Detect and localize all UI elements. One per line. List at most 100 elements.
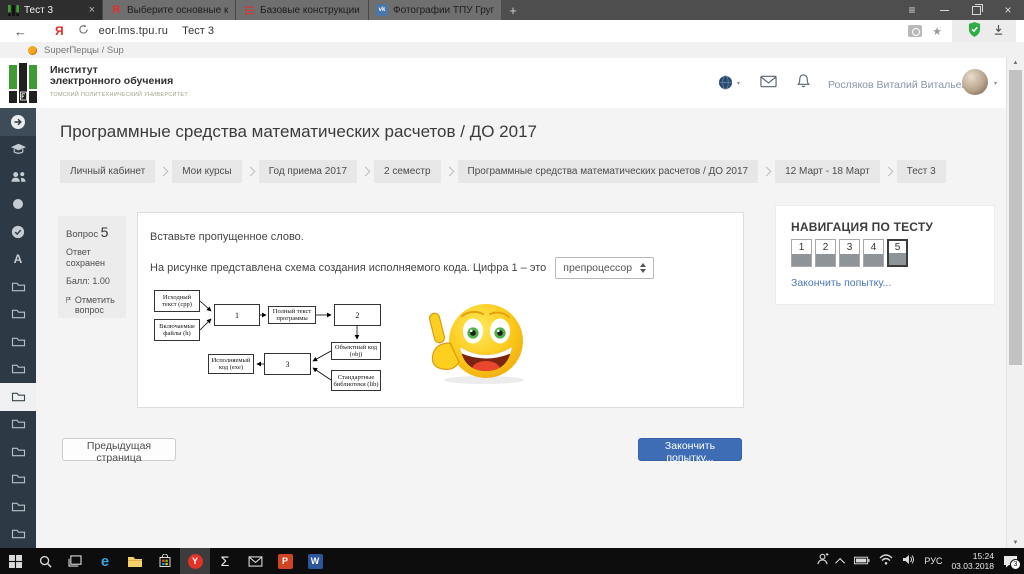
messages-icon[interactable] <box>760 75 777 93</box>
quiznav-button-5-current[interactable]: 5 <box>887 239 908 267</box>
powerpoint-icon[interactable]: P <box>270 548 300 574</box>
scroll-down-icon[interactable]: ▼ <box>1007 540 1024 546</box>
user-name[interactable]: Росляков Виталий Витальевич <box>828 79 978 91</box>
mail-app-icon[interactable] <box>240 548 270 574</box>
quiznav-button-4[interactable]: 4 <box>863 239 884 267</box>
quiznav-button-2[interactable]: 2 <box>815 239 836 267</box>
breadcrumb-dashboard[interactable]: Личный кабинет <box>60 160 156 183</box>
user-menu-caret-icon[interactable]: ▾ <box>994 80 997 87</box>
flag-question-link[interactable]: Отметить вопрос <box>75 295 118 315</box>
question-text: На рисунке представлена схема создания и… <box>150 262 547 274</box>
sidebar-item-folder[interactable] <box>0 466 36 494</box>
sidebar-item-folder[interactable] <box>0 521 36 549</box>
breadcrumb-separator-icon <box>444 166 454 177</box>
finish-attempt-link[interactable]: Закончить попытку... <box>791 277 891 289</box>
volume-icon[interactable] <box>902 552 915 570</box>
sidebar-item-folder[interactable] <box>0 356 36 384</box>
grades-letter-icon: A <box>13 252 23 267</box>
finish-attempt-button[interactable]: Закончить попытку... <box>638 438 742 464</box>
breadcrumb-course[interactable]: Программные средства математических расч… <box>457 160 759 183</box>
minimize-icon <box>939 9 949 11</box>
people-icon[interactable] <box>816 552 829 570</box>
bookmark-star-icon[interactable]: ★ <box>932 25 942 38</box>
start-button[interactable] <box>0 548 30 574</box>
new-tab-button[interactable]: + <box>501 0 525 20</box>
sidebar-item-grades[interactable]: A <box>0 246 36 274</box>
file-explorer-icon[interactable] <box>120 548 150 574</box>
tpu-logo[interactable] <box>9 63 39 108</box>
answer-select[interactable]: препроцессор <box>555 257 655 279</box>
browser-menu-icon[interactable]: ≡ <box>896 0 928 20</box>
sidebar-item-competencies[interactable] <box>0 218 36 246</box>
quiznav-button-1[interactable]: 1 <box>791 239 812 267</box>
sidebar-item-folder-current[interactable] <box>0 383 36 411</box>
sidebar-item-course[interactable] <box>0 136 36 164</box>
answered-marker <box>840 254 859 266</box>
previous-page-button[interactable]: Предыдущая страница <box>62 438 176 464</box>
edge-icon[interactable]: e <box>90 548 120 574</box>
folder-icon <box>11 530 25 539</box>
battery-icon[interactable] <box>854 552 870 570</box>
sidebar-item-folder[interactable] <box>0 493 36 521</box>
breadcrumb-my-courses[interactable]: Мои курсы <box>172 160 242 183</box>
breadcrumb-quiz: Тест 3 <box>896 160 946 183</box>
breadcrumb-separator-icon <box>761 166 772 177</box>
sidebar-item-badges[interactable] <box>0 191 36 219</box>
search-button[interactable] <box>30 548 60 574</box>
scroll-up-icon[interactable]: ▲ <box>1007 60 1024 66</box>
sidebar-item-folder[interactable] <box>0 301 36 329</box>
tab-vk-photos[interactable]: vk Фотографии ТПУ Группа 3 <box>368 0 501 20</box>
clock-time: 15:24 <box>972 551 994 561</box>
store-icon[interactable] <box>150 548 180 574</box>
quiznav-button-3[interactable]: 3 <box>839 239 860 267</box>
answer-select-value: препроцессор <box>563 262 633 274</box>
page-scrollbar[interactable]: ▲ ▼ <box>1006 58 1024 548</box>
sidebar-item-current[interactable] <box>0 108 36 136</box>
sidebar-item-participants[interactable] <box>0 163 36 191</box>
folder-icon <box>11 447 25 456</box>
scrollbar-thumb[interactable] <box>1009 70 1022 365</box>
sidebar-item-folder[interactable] <box>0 411 36 439</box>
language-indicator[interactable]: РУС <box>924 556 942 566</box>
taskbar-clock[interactable]: 15:24 03.03.2018 <box>951 551 994 571</box>
language-caret-icon[interactable]: ▾ <box>737 80 740 87</box>
screenshot-icon[interactable] <box>908 25 923 37</box>
breadcrumb-semester[interactable]: 2 семестр <box>374 160 441 183</box>
back-button[interactable]: ← <box>14 24 27 39</box>
tab-close-icon[interactable]: × <box>87 4 95 16</box>
sidebar-item-folder[interactable] <box>0 328 36 356</box>
quiz-nav-title: НАВИГАЦИЯ ПО ТЕСТУ <box>791 220 934 234</box>
sigma-app-icon[interactable]: Σ <box>210 548 240 574</box>
action-center-icon[interactable]: 3 <box>1003 555 1021 570</box>
downloads-icon[interactable] <box>993 24 1004 39</box>
diagram-box-libs: Стандартные библиотеки (lib) <box>331 370 381 391</box>
yandex-browser-icon[interactable]: Y <box>180 548 210 574</box>
tab-test3[interactable]: Тест 3 × <box>0 0 102 20</box>
minimize-button[interactable] <box>928 0 960 20</box>
notifications-bell-icon[interactable] <box>796 73 811 94</box>
adguard-shield-icon[interactable] <box>968 22 981 40</box>
url-text[interactable]: eor.lms.tpu.ru <box>99 25 168 37</box>
refresh-icon[interactable] <box>78 24 89 38</box>
answered-marker <box>816 254 835 266</box>
word-icon[interactable]: W <box>300 548 330 574</box>
sidebar-item-folder[interactable] <box>0 438 36 466</box>
breadcrumb-year[interactable]: Год приема 2017 <box>258 160 358 183</box>
tab-constructions[interactable]: Базовые конструкции стру <box>235 0 368 20</box>
close-window-button[interactable]: × <box>992 0 1024 20</box>
wifi-icon[interactable] <box>879 552 893 570</box>
breadcrumb-week[interactable]: 12 Март - 18 Март <box>775 160 880 183</box>
sidebar-item-folder[interactable] <box>0 273 36 301</box>
tray-expand-chevron-icon[interactable] <box>835 557 846 568</box>
badge-dot-icon <box>13 199 23 210</box>
answered-marker <box>792 254 811 266</box>
user-avatar[interactable] <box>962 69 988 95</box>
org-title-block: Институт электронного обучения ТОМСКИЙ П… <box>50 65 188 99</box>
bookmark-item[interactable]: SuperПерцы / Sup <box>44 45 124 56</box>
question-info-panel: Вопрос 5 Ответ сохранен Балл: 1.00 Отмет… <box>58 216 126 318</box>
language-globe-icon[interactable] <box>718 75 733 95</box>
yandex-logo-icon[interactable]: Я <box>55 24 64 38</box>
tab-yandex-search[interactable]: Я Выберите основные констр <box>102 0 235 20</box>
task-view-button[interactable] <box>60 548 90 574</box>
restore-button[interactable] <box>960 0 992 20</box>
